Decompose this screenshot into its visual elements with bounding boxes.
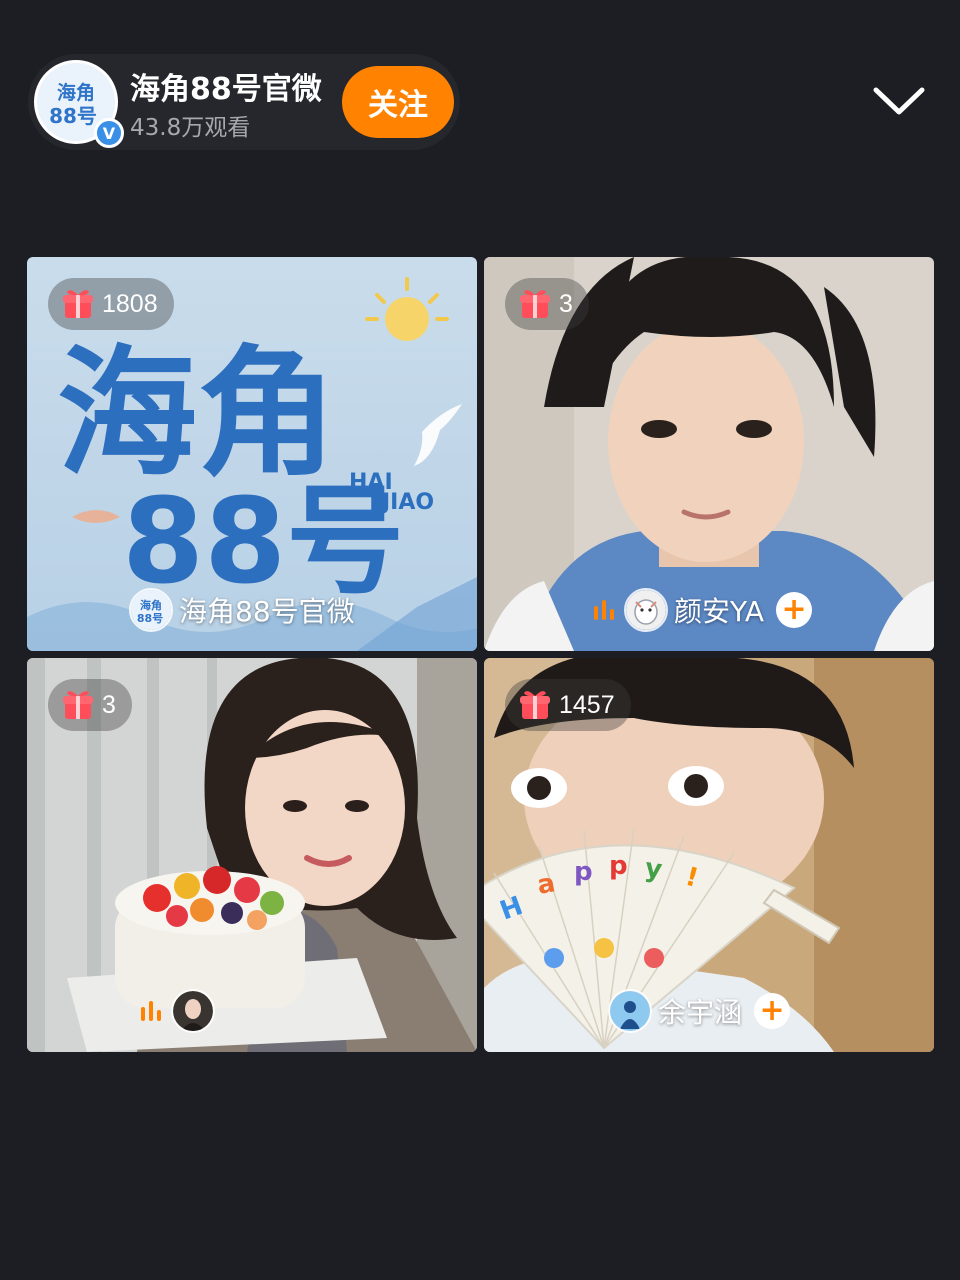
gift-icon xyxy=(63,290,93,318)
video-tile[interactable]: 3 xyxy=(27,658,477,1052)
chevron-down-icon[interactable] xyxy=(870,80,928,124)
gift-icon xyxy=(520,691,550,719)
svg-text:海角: 海角 xyxy=(140,598,162,612)
svg-text:p: p xyxy=(574,857,593,887)
live-host-card: 海角 88号 V 海角88号官微 43.8万观看 关注 xyxy=(28,54,460,150)
participant-avatar[interactable] xyxy=(608,989,652,1033)
poster-latin-2: JIAO xyxy=(380,490,434,515)
gift-count-badge[interactable]: 3 xyxy=(505,278,589,330)
participant-label: 余宇涵 + xyxy=(608,988,791,1034)
svg-text:88号: 88号 xyxy=(137,612,163,625)
svg-text:p: p xyxy=(609,851,628,881)
follow-plus-icon[interactable]: + xyxy=(754,993,791,1029)
gift-count: 1808 xyxy=(102,289,158,318)
verified-badge-icon: V xyxy=(94,118,124,148)
participant-label: 海角 88号 海角88号官微 xyxy=(129,587,355,633)
audio-level-icon xyxy=(594,600,614,620)
participant-name[interactable]: 余宇涵 xyxy=(658,991,742,1031)
gift-icon xyxy=(63,691,93,719)
participant-label xyxy=(137,988,221,1034)
participant-name[interactable]: 海角88号官微 xyxy=(179,590,355,630)
audio-level-icon xyxy=(141,1001,161,1021)
gift-count: 3 xyxy=(102,690,116,719)
video-tile[interactable]: H a p p y ! 1457 余宇涵 + xyxy=(484,658,934,1052)
host-name[interactable]: 海角88号官微 xyxy=(130,64,322,108)
gift-icon xyxy=(520,290,550,318)
gift-count: 3 xyxy=(559,289,573,318)
svg-text:88号: 88号 xyxy=(49,104,97,128)
participant-avatar[interactable] xyxy=(624,588,668,632)
participant-avatar[interactable]: 海角 88号 xyxy=(129,588,173,632)
gift-count: 1457 xyxy=(559,690,615,719)
gift-count-badge[interactable]: 3 xyxy=(48,679,132,731)
follow-button[interactable]: 关注 xyxy=(342,66,454,138)
participant-avatar[interactable] xyxy=(171,989,215,1033)
participant-label: 颜安YA + xyxy=(590,587,813,633)
gift-count-badge[interactable]: 1457 xyxy=(505,679,631,731)
follow-plus-icon[interactable]: + xyxy=(776,592,813,628)
viewer-count: 43.8万观看 xyxy=(130,115,251,141)
video-tile[interactable]: 海角 88号 HAI JIAO 1808 海角 88号 海角88号官微 xyxy=(27,257,477,651)
gift-count-badge[interactable]: 1808 xyxy=(48,278,174,330)
video-tile[interactable]: 3 颜安YA + xyxy=(484,257,934,651)
svg-text:海角: 海角 xyxy=(57,81,95,104)
participant-name[interactable]: 颜安YA xyxy=(674,590,764,630)
